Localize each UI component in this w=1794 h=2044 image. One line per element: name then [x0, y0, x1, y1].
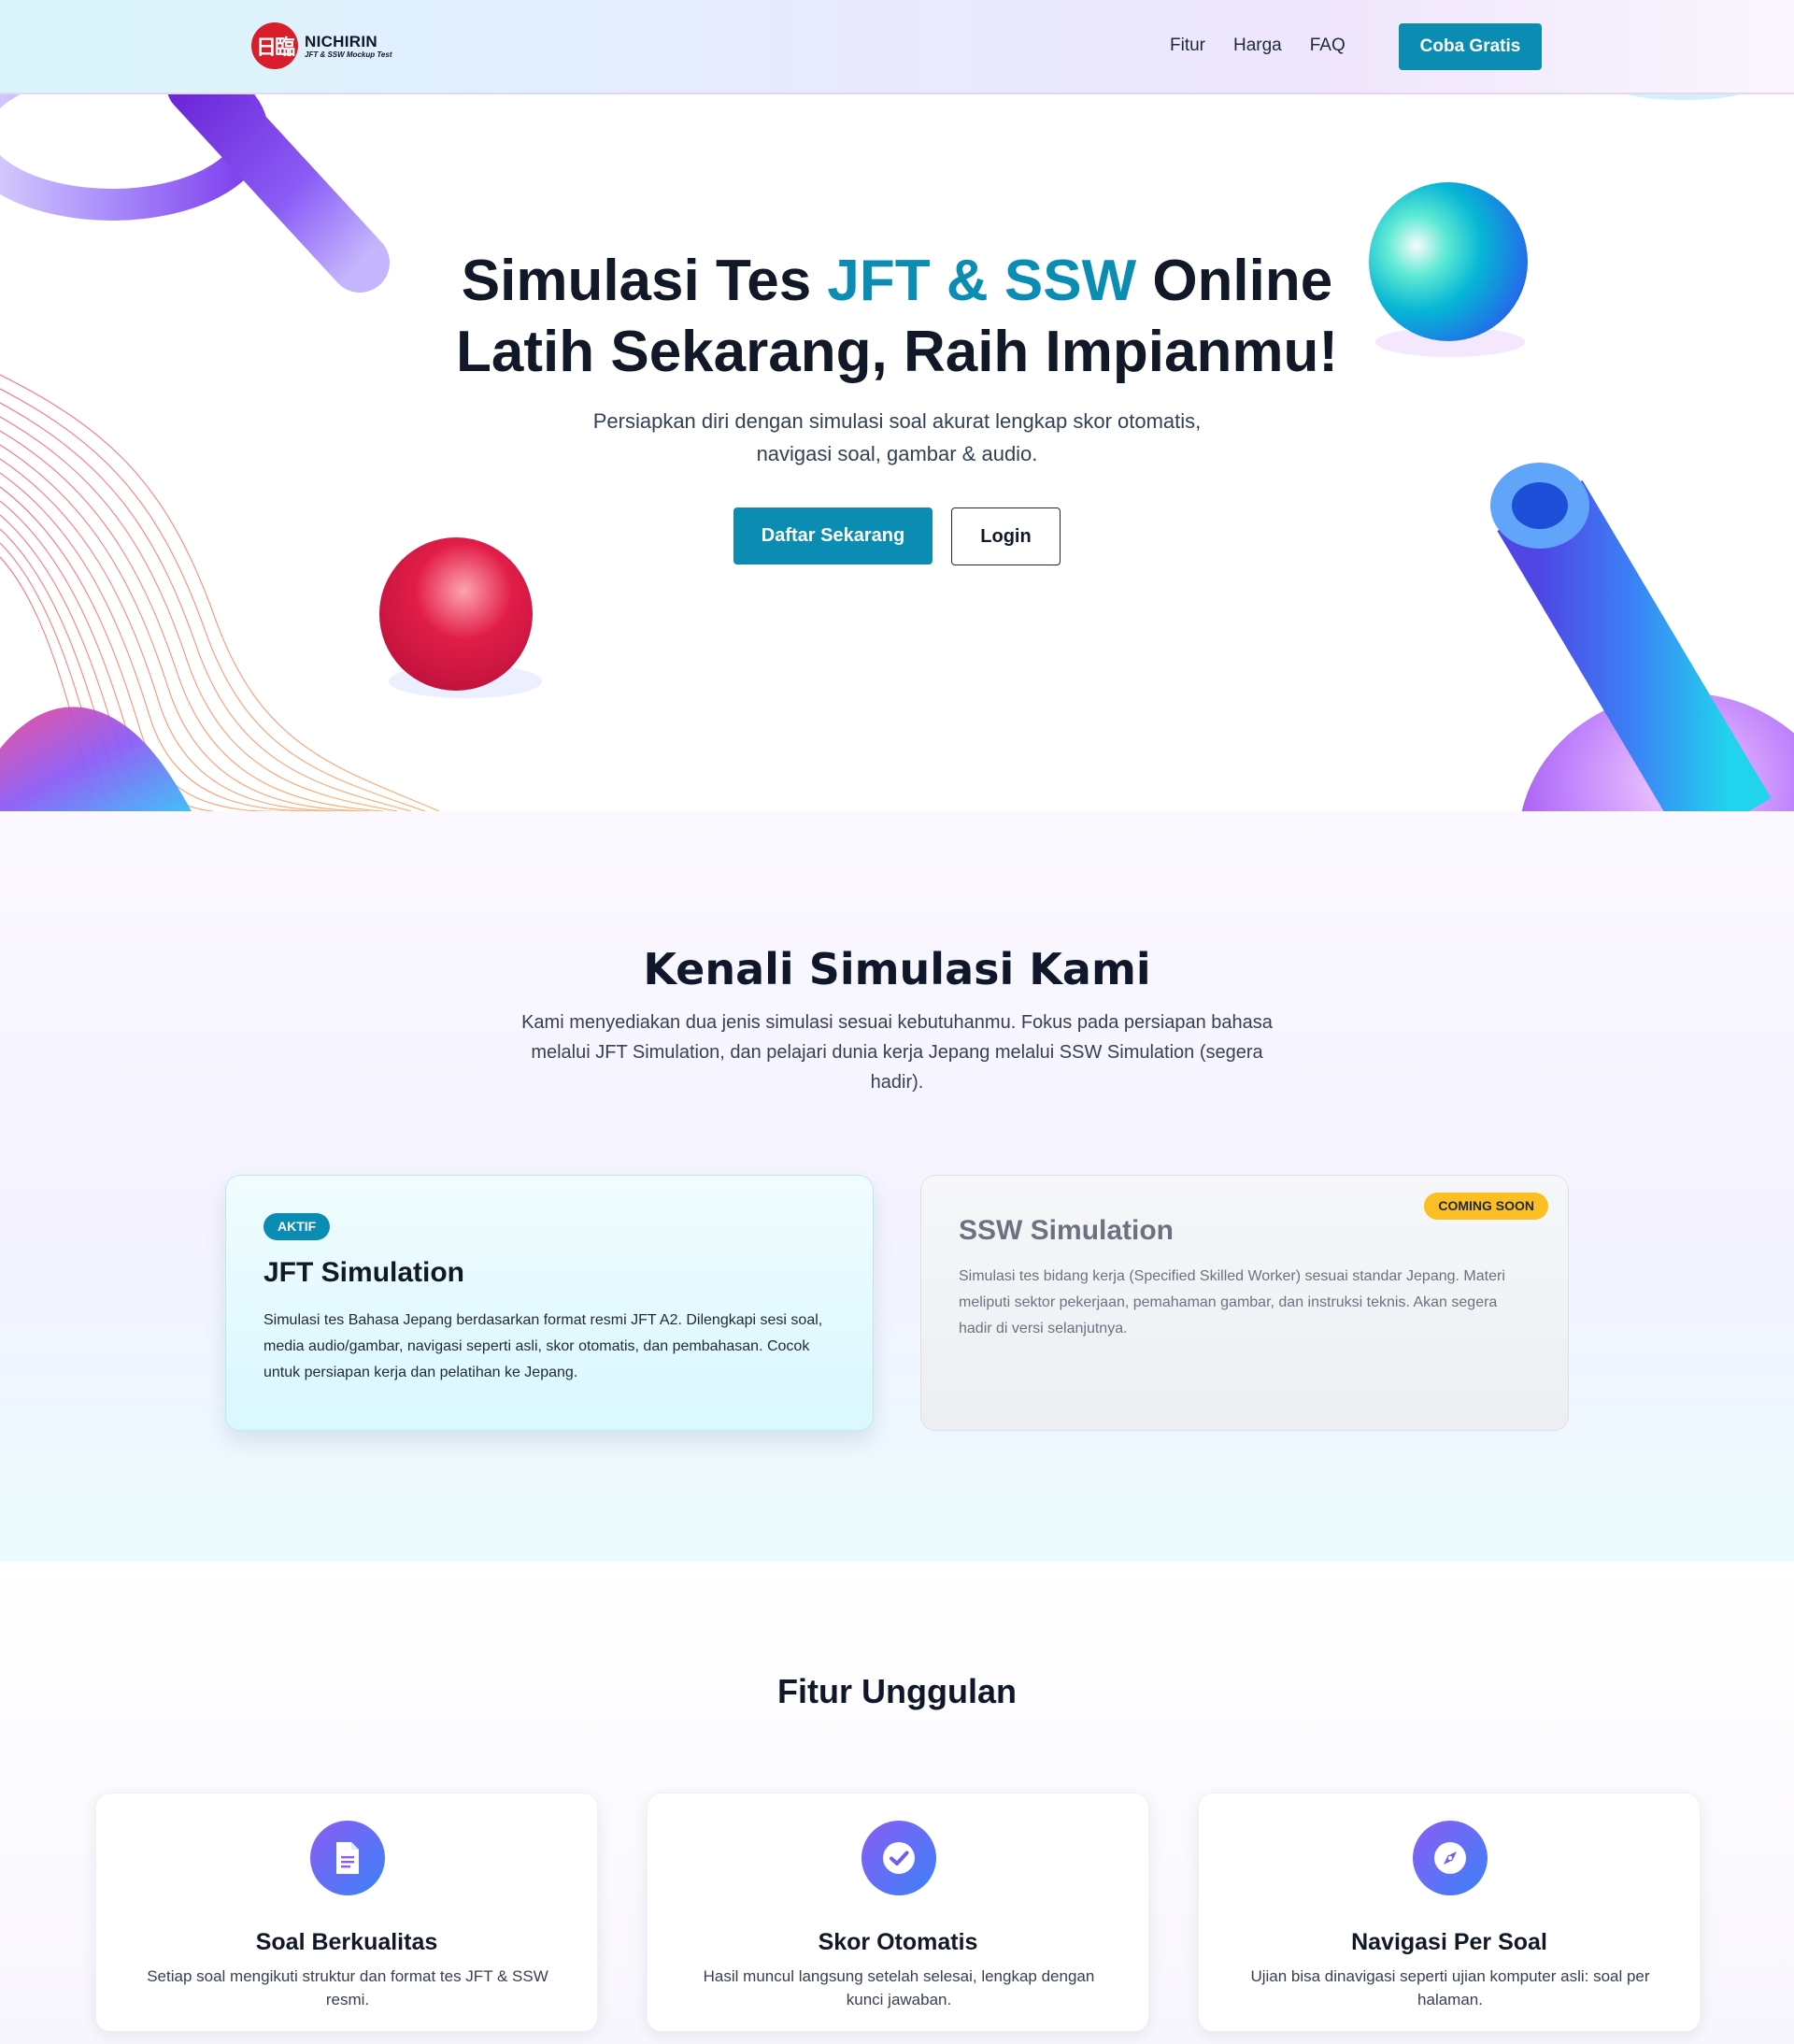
feature-card-auto-score: Skor Otomatis Hasil muncul langsung sete…: [647, 1793, 1149, 2032]
register-button[interactable]: Daftar Sekarang: [733, 507, 933, 565]
document-icon: [310, 1821, 385, 1895]
feature-description: Hasil muncul langsung setelah selesai, l…: [703, 1967, 1095, 2008]
features-section: Fitur Unggulan Soal Berkualitas Setiap s…: [0, 1562, 1794, 2044]
feature-title: Navigasi Per Soal: [1351, 1929, 1547, 1955]
brand-logo-glyph: 日臨: [255, 36, 295, 60]
coming-soon-badge: COMING SOON: [1424, 1193, 1548, 1220]
feature-card-quality: Soal Berkualitas Setiap soal mengikuti s…: [95, 1793, 598, 2032]
feature-title: Soal Berkualitas: [255, 1929, 438, 1955]
ssw-card-title: SSW Simulation: [959, 1215, 1175, 1246]
compass-icon: [1413, 1821, 1488, 1895]
hero-title-pre: Simulasi Tes: [461, 249, 828, 313]
hero-title-accent: JFT & SSW: [827, 249, 1137, 313]
brand-logo: 日臨: [251, 22, 298, 69]
feature-card-navigation: Navigasi Per Soal Ujian bisa dinavigasi …: [1198, 1793, 1701, 2032]
nav-link-faq[interactable]: FAQ: [1310, 36, 1346, 56]
hero-title: Simulasi Tes JFT & SSW Online Latih Seka…: [0, 246, 1794, 388]
jft-simulation-card[interactable]: AKTIF JFT Simulation Simulasi tes Bahasa…: [225, 1175, 874, 1431]
feature-description: Ujian bisa dinavigasi seperti ujian komp…: [1250, 1967, 1650, 2008]
hero-subtitle: Persiapkan diri dengan simulasi soal aku…: [592, 409, 1202, 465]
hero-title-post: Online: [1136, 249, 1333, 313]
feature-title: Skor Otomatis: [818, 1929, 978, 1955]
decor-red-sphere: [379, 537, 533, 691]
nav-link-harga[interactable]: Harga: [1233, 36, 1282, 56]
hero-section: Simulasi Tes JFT & SSW Online Latih Seka…: [0, 94, 1794, 811]
navbar: 日臨 NICHIRIN JFT & SSW Mockup Test Fitur …: [0, 0, 1794, 94]
brand-name: NICHIRIN: [305, 32, 377, 50]
active-badge: AKTIF: [263, 1213, 331, 1240]
brand-text: NICHIRIN JFT & SSW Mockup Test: [305, 34, 392, 59]
ssw-card-description: Simulasi tes bidang kerja (Specified Ski…: [959, 1268, 1505, 1336]
nav-link-fitur[interactable]: Fitur: [1170, 36, 1205, 56]
check-circle-icon: [861, 1821, 936, 1895]
ssw-simulation-card: COMING SOON SSW Simulation Simulasi tes …: [920, 1175, 1569, 1431]
login-button[interactable]: Login: [951, 507, 1061, 565]
brand-tagline: JFT & SSW Mockup Test: [305, 50, 392, 59]
simulations-section: Kenali Simulasi Kami Kami menyediakan du…: [0, 811, 1794, 1562]
jft-card-description: Simulasi tes Bahasa Jepang berdasarkan f…: [263, 1312, 823, 1380]
simulations-title: Kenali Simulasi Kami: [643, 944, 1151, 994]
features-title: Fitur Unggulan: [777, 1672, 1017, 1710]
hero-buttons: Daftar Sekarang Login: [733, 507, 1061, 565]
nav-links: Fitur Harga FAQ: [1170, 36, 1346, 56]
brand[interactable]: 日臨 NICHIRIN JFT & SSW Mockup Test: [251, 22, 392, 69]
decor-tube-hole: [1512, 482, 1568, 529]
decor-blob-top: [1627, 94, 1741, 100]
jft-card-title: JFT Simulation: [263, 1257, 465, 1288]
simulations-subtitle: Kami menyediakan dua jenis simulasi sesu…: [521, 1012, 1273, 1093]
try-free-button[interactable]: Coba Gratis: [1399, 23, 1542, 70]
feature-description: Setiap soal mengikuti struktur dan forma…: [147, 1967, 548, 2008]
decor-corner-shape: [0, 707, 192, 811]
hero-title-line2: Latih Sekarang, Raih Impianmu!: [456, 320, 1338, 384]
